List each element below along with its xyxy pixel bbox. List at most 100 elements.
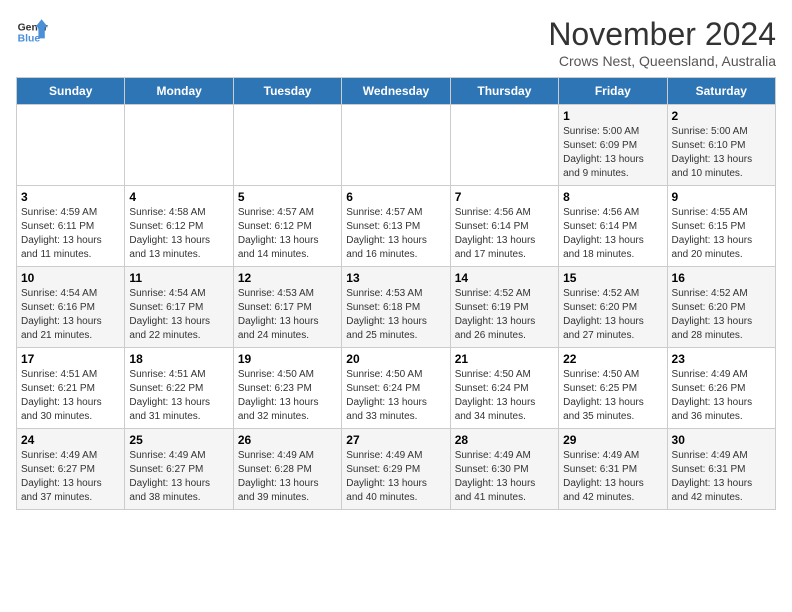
weekday-header-row: SundayMondayTuesdayWednesdayThursdayFrid… xyxy=(17,78,776,105)
day-cell xyxy=(125,105,233,186)
day-detail: Sunrise: 4:56 AM Sunset: 6:14 PM Dayligh… xyxy=(455,206,554,262)
day-detail: Sunrise: 5:00 AM Sunset: 6:10 PM Dayligh… xyxy=(672,125,771,181)
day-number: 25 xyxy=(129,433,228,447)
day-number: 18 xyxy=(129,352,228,366)
day-cell xyxy=(17,105,125,186)
day-number: 10 xyxy=(21,271,120,285)
day-number: 8 xyxy=(563,190,662,204)
day-detail: Sunrise: 4:49 AM Sunset: 6:27 PM Dayligh… xyxy=(21,449,120,505)
day-cell: 11 Sunrise: 4:54 AM Sunset: 6:17 PM Dayli… xyxy=(125,267,233,348)
day-detail: Sunrise: 4:52 AM Sunset: 6:20 PM Dayligh… xyxy=(563,287,662,343)
day-number: 2 xyxy=(672,109,771,123)
day-cell: 21 Sunrise: 4:50 AM Sunset: 6:24 PM Dayli… xyxy=(450,348,558,429)
day-detail: Sunrise: 4:57 AM Sunset: 6:12 PM Dayligh… xyxy=(238,206,337,262)
day-cell: 12 Sunrise: 4:53 AM Sunset: 6:17 PM Dayli… xyxy=(233,267,341,348)
day-cell: 29 Sunrise: 4:49 AM Sunset: 6:31 PM Dayli… xyxy=(559,429,667,510)
day-cell xyxy=(233,105,341,186)
day-detail: Sunrise: 4:49 AM Sunset: 6:30 PM Dayligh… xyxy=(455,449,554,505)
day-detail: Sunrise: 4:57 AM Sunset: 6:13 PM Dayligh… xyxy=(346,206,445,262)
day-number: 6 xyxy=(346,190,445,204)
day-number: 23 xyxy=(672,352,771,366)
day-number: 1 xyxy=(563,109,662,123)
day-detail: Sunrise: 4:56 AM Sunset: 6:14 PM Dayligh… xyxy=(563,206,662,262)
day-number: 17 xyxy=(21,352,120,366)
calendar-title: November 2024 xyxy=(548,16,776,53)
day-detail: Sunrise: 4:49 AM Sunset: 6:28 PM Dayligh… xyxy=(238,449,337,505)
day-cell: 7 Sunrise: 4:56 AM Sunset: 6:14 PM Daylig… xyxy=(450,186,558,267)
day-number: 7 xyxy=(455,190,554,204)
day-cell: 14 Sunrise: 4:52 AM Sunset: 6:19 PM Dayli… xyxy=(450,267,558,348)
day-number: 19 xyxy=(238,352,337,366)
day-cell: 16Sunrise: 4:52 AM Sunset: 6:20 PM Dayli… xyxy=(667,267,775,348)
day-cell: 25 Sunrise: 4:49 AM Sunset: 6:27 PM Dayli… xyxy=(125,429,233,510)
day-number: 15 xyxy=(563,271,662,285)
logo: General Blue xyxy=(16,16,48,48)
day-detail: Sunrise: 4:52 AM Sunset: 6:19 PM Dayligh… xyxy=(455,287,554,343)
day-detail: Sunrise: 4:51 AM Sunset: 6:21 PM Dayligh… xyxy=(21,368,120,424)
day-cell: 10Sunrise: 4:54 AM Sunset: 6:16 PM Dayli… xyxy=(17,267,125,348)
day-cell: 18 Sunrise: 4:51 AM Sunset: 6:22 PM Dayli… xyxy=(125,348,233,429)
day-detail: Sunrise: 4:49 AM Sunset: 6:31 PM Dayligh… xyxy=(563,449,662,505)
day-number: 27 xyxy=(346,433,445,447)
day-cell: 26 Sunrise: 4:49 AM Sunset: 6:28 PM Dayli… xyxy=(233,429,341,510)
day-number: 29 xyxy=(563,433,662,447)
day-cell: 3Sunrise: 4:59 AM Sunset: 6:11 PM Daylig… xyxy=(17,186,125,267)
day-number: 3 xyxy=(21,190,120,204)
week-row-1: 1 Sunrise: 5:00 AM Sunset: 6:09 PM Daylig… xyxy=(17,105,776,186)
day-cell: 28 Sunrise: 4:49 AM Sunset: 6:30 PM Dayli… xyxy=(450,429,558,510)
day-number: 4 xyxy=(129,190,228,204)
day-cell xyxy=(342,105,450,186)
day-number: 20 xyxy=(346,352,445,366)
day-cell: 22Sunrise: 4:50 AM Sunset: 6:25 PM Dayli… xyxy=(559,348,667,429)
day-detail: Sunrise: 4:49 AM Sunset: 6:27 PM Dayligh… xyxy=(129,449,228,505)
day-detail: Sunrise: 4:50 AM Sunset: 6:24 PM Dayligh… xyxy=(455,368,554,424)
calendar-subtitle: Crows Nest, Queensland, Australia xyxy=(548,53,776,69)
day-detail: Sunrise: 4:49 AM Sunset: 6:29 PM Dayligh… xyxy=(346,449,445,505)
day-number: 13 xyxy=(346,271,445,285)
weekday-wednesday: Wednesday xyxy=(342,78,450,105)
week-row-2: 3Sunrise: 4:59 AM Sunset: 6:11 PM Daylig… xyxy=(17,186,776,267)
week-row-5: 24 Sunrise: 4:49 AM Sunset: 6:27 PM Dayli… xyxy=(17,429,776,510)
calendar-body: 1 Sunrise: 5:00 AM Sunset: 6:09 PM Daylig… xyxy=(17,105,776,510)
day-number: 16 xyxy=(672,271,771,285)
day-cell: 24 Sunrise: 4:49 AM Sunset: 6:27 PM Dayli… xyxy=(17,429,125,510)
day-cell: 15 Sunrise: 4:52 AM Sunset: 6:20 PM Dayli… xyxy=(559,267,667,348)
day-detail: Sunrise: 5:00 AM Sunset: 6:09 PM Dayligh… xyxy=(563,125,662,181)
day-detail: Sunrise: 4:55 AM Sunset: 6:15 PM Dayligh… xyxy=(672,206,771,262)
day-number: 30 xyxy=(672,433,771,447)
title-area: November 2024 Crows Nest, Queensland, Au… xyxy=(548,16,776,69)
day-cell: 2 Sunrise: 5:00 AM Sunset: 6:10 PM Daylig… xyxy=(667,105,775,186)
week-row-4: 17 Sunrise: 4:51 AM Sunset: 6:21 PM Dayli… xyxy=(17,348,776,429)
day-number: 26 xyxy=(238,433,337,447)
week-row-3: 10Sunrise: 4:54 AM Sunset: 6:16 PM Dayli… xyxy=(17,267,776,348)
day-detail: Sunrise: 4:53 AM Sunset: 6:17 PM Dayligh… xyxy=(238,287,337,343)
logo-icon: General Blue xyxy=(16,16,48,48)
calendar-table: SundayMondayTuesdayWednesdayThursdayFrid… xyxy=(16,77,776,510)
weekday-saturday: Saturday xyxy=(667,78,775,105)
day-number: 28 xyxy=(455,433,554,447)
day-cell: 9 Sunrise: 4:55 AM Sunset: 6:15 PM Daylig… xyxy=(667,186,775,267)
day-detail: Sunrise: 4:50 AM Sunset: 6:25 PM Dayligh… xyxy=(563,368,662,424)
day-cell: 6 Sunrise: 4:57 AM Sunset: 6:13 PM Daylig… xyxy=(342,186,450,267)
day-cell: 17 Sunrise: 4:51 AM Sunset: 6:21 PM Dayli… xyxy=(17,348,125,429)
day-number: 11 xyxy=(129,271,228,285)
day-cell: 19Sunrise: 4:50 AM Sunset: 6:23 PM Dayli… xyxy=(233,348,341,429)
day-number: 24 xyxy=(21,433,120,447)
day-cell: 5 Sunrise: 4:57 AM Sunset: 6:12 PM Daylig… xyxy=(233,186,341,267)
day-detail: Sunrise: 4:51 AM Sunset: 6:22 PM Dayligh… xyxy=(129,368,228,424)
day-number: 21 xyxy=(455,352,554,366)
day-cell: 4 Sunrise: 4:58 AM Sunset: 6:12 PM Daylig… xyxy=(125,186,233,267)
day-cell: 23Sunrise: 4:49 AM Sunset: 6:26 PM Dayli… xyxy=(667,348,775,429)
weekday-monday: Monday xyxy=(125,78,233,105)
day-detail: Sunrise: 4:58 AM Sunset: 6:12 PM Dayligh… xyxy=(129,206,228,262)
day-number: 14 xyxy=(455,271,554,285)
day-number: 5 xyxy=(238,190,337,204)
weekday-sunday: Sunday xyxy=(17,78,125,105)
day-number: 12 xyxy=(238,271,337,285)
day-cell: 13Sunrise: 4:53 AM Sunset: 6:18 PM Dayli… xyxy=(342,267,450,348)
weekday-tuesday: Tuesday xyxy=(233,78,341,105)
day-number: 9 xyxy=(672,190,771,204)
weekday-friday: Friday xyxy=(559,78,667,105)
day-detail: Sunrise: 4:54 AM Sunset: 6:17 PM Dayligh… xyxy=(129,287,228,343)
page-header: General Blue November 2024 Crows Nest, Q… xyxy=(16,16,776,69)
